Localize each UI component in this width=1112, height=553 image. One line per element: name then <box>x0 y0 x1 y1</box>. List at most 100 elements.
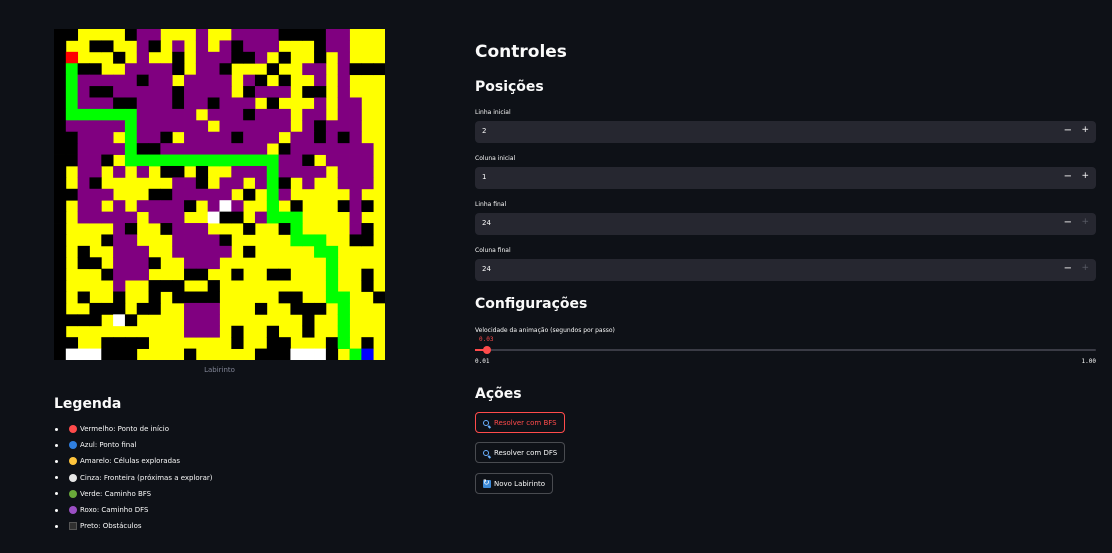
maze-cell <box>160 200 173 213</box>
maze-cell <box>65 108 79 121</box>
maze-cell <box>361 268 374 281</box>
maze-cell <box>148 63 161 76</box>
maze-caption: Labirinto <box>204 366 235 374</box>
maze-cell <box>54 223 67 235</box>
end-col-input[interactable]: 24 − + <box>475 259 1096 281</box>
maze-cell <box>290 302 303 315</box>
maze-cell <box>361 63 374 76</box>
maze-cell <box>266 337 280 349</box>
maze-cell <box>77 154 90 167</box>
maze-cell <box>160 74 173 87</box>
end-row-decrement-button[interactable]: − <box>1064 217 1072 228</box>
maze-cell <box>124 245 138 258</box>
maze-cell <box>54 314 67 327</box>
maze-cell <box>184 97 197 110</box>
maze-cell <box>148 120 161 133</box>
start-row-decrement-button[interactable]: − <box>1064 125 1072 136</box>
maze-cell <box>124 348 138 360</box>
start-row-value[interactable]: 2 <box>482 127 486 135</box>
maze-cell <box>302 234 315 247</box>
maze-cell <box>148 97 161 110</box>
maze-cell <box>195 257 209 270</box>
positions-header: Posições <box>475 79 544 95</box>
start-row-input[interactable]: 2 − + <box>475 121 1096 143</box>
maze-cell <box>113 120 126 133</box>
legend-item-green: Verde: Caminho BFS <box>55 486 213 502</box>
maze-cell <box>54 29 67 41</box>
maze-cell <box>278 348 291 360</box>
end-row-increment-button[interactable]: + <box>1081 217 1089 227</box>
maze-cell <box>54 245 67 258</box>
maze-cell <box>302 86 315 98</box>
maze-cell <box>89 188 102 201</box>
start-col-input[interactable]: 1 − + <box>475 167 1096 189</box>
maze-cell <box>136 257 149 270</box>
end-row-input[interactable]: 24 − + <box>475 213 1096 235</box>
maze-cell <box>278 223 291 235</box>
maze-cell <box>195 120 209 133</box>
maze-cell <box>89 74 102 87</box>
maze-cell <box>136 245 149 258</box>
end-col-value[interactable]: 24 <box>482 265 491 273</box>
maze-cell <box>219 245 232 258</box>
solve-dfs-button[interactable]: Resolver com DFS <box>475 442 566 463</box>
maze-cell <box>195 223 209 235</box>
maze-cell <box>184 200 197 213</box>
maze-cell <box>160 223 173 235</box>
maze-cell <box>231 108 244 121</box>
maze-cell <box>113 97 126 110</box>
start-col-decrement-button[interactable]: − <box>1064 171 1072 182</box>
maze-cell <box>207 74 220 87</box>
maze-cell <box>243 29 256 41</box>
maze-cell <box>207 200 220 213</box>
maze-cell <box>124 29 138 41</box>
controls-title: Controles <box>475 42 567 62</box>
maze-cell <box>136 86 149 98</box>
maze-cell <box>266 325 280 338</box>
maze-cell <box>361 348 374 360</box>
maze-cell <box>160 108 173 121</box>
maze-cell <box>148 131 161 144</box>
maze-cell <box>349 223 362 235</box>
maze-cell <box>54 63 67 76</box>
search-icon <box>483 419 489 426</box>
maze-cell <box>325 29 339 41</box>
start-col-increment-button[interactable]: + <box>1081 171 1089 181</box>
maze-cell <box>172 234 185 247</box>
maze-cell <box>136 302 149 315</box>
solve-bfs-button[interactable]: Resolver com BFS <box>475 412 565 433</box>
blue-circle-icon <box>69 441 77 450</box>
maze-cell <box>65 29 79 41</box>
maze-cell <box>337 154 350 167</box>
start-row-increment-button[interactable]: + <box>1081 125 1089 135</box>
maze-cell <box>89 200 102 213</box>
maze-cell <box>124 314 138 327</box>
maze-cell <box>124 86 138 98</box>
end-col-decrement-button[interactable]: − <box>1064 263 1072 274</box>
maze-cell <box>195 291 209 304</box>
end-col-increment-button[interactable]: + <box>1081 263 1089 273</box>
maze-cell <box>148 291 161 304</box>
maze-cell <box>290 165 303 178</box>
solve-bfs-label: Resolver com BFS <box>494 418 557 427</box>
start-col-label: Coluna inicial <box>475 155 516 162</box>
speed-slider-thumb[interactable] <box>483 346 492 354</box>
maze-cell <box>337 29 350 41</box>
maze-cell <box>278 188 291 201</box>
start-col-value[interactable]: 1 <box>482 173 486 181</box>
maze-cell <box>266 40 280 53</box>
legend-item-red: Vermelho: Ponto de início <box>55 421 213 437</box>
new-maze-button[interactable]: Novo Labirinto <box>475 473 554 494</box>
maze-cell <box>195 40 209 53</box>
maze-cell <box>325 348 339 360</box>
speed-slider-track[interactable] <box>475 346 1096 354</box>
maze-cell <box>361 143 374 155</box>
maze-cell <box>278 51 291 64</box>
end-row-value[interactable]: 24 <box>482 219 491 227</box>
maze-cell <box>89 63 102 76</box>
maze-cell <box>148 257 161 270</box>
maze-cell <box>113 211 126 224</box>
maze-cell <box>54 143 67 155</box>
maze-cell <box>314 143 327 155</box>
maze-cell <box>124 143 138 155</box>
